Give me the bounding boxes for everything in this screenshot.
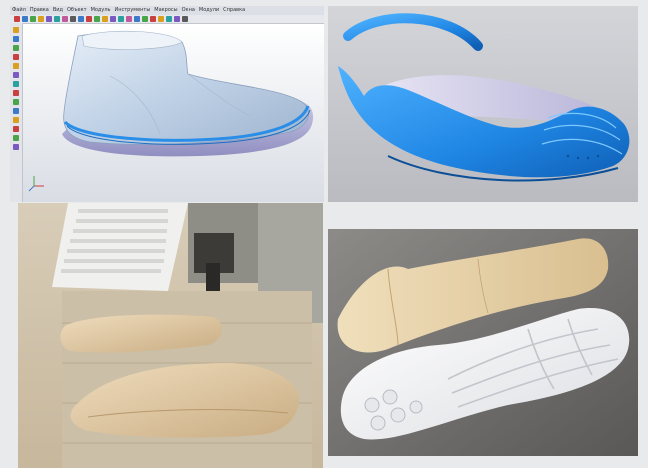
cnc-machine-illustration: [18, 203, 323, 468]
last-and-sole-photo: [328, 229, 638, 456]
cnc-milling-photo: [18, 203, 323, 468]
sandal-render-panel: [328, 6, 638, 202]
keyboard: [52, 203, 188, 291]
wooden-last-white-sole: [328, 229, 638, 456]
sandal-3d-model: [328, 6, 638, 202]
boot-3d-model: [23, 24, 324, 202]
cad-viewport-panel: Файл Правка Вид Объект Модуль Инструменты Макр…: [10, 6, 324, 202]
